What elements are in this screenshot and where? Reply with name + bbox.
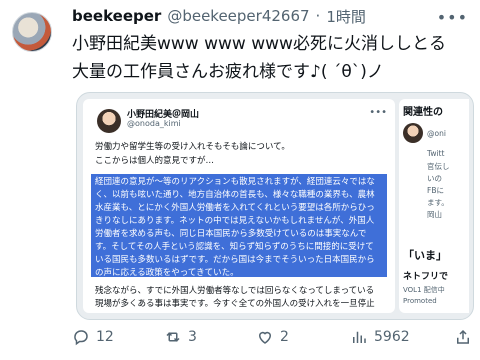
heart-icon bbox=[258, 331, 272, 344]
embedded-line: 現場が多くある事は事実です。今すぐ全ての外国人の受け入れを一旦停止 bbox=[95, 299, 375, 309]
highlighted-line: 水産業も、とにかく外国人労働者を入れてくれという要望は各所からひっ bbox=[95, 203, 375, 213]
related-title: 関連性の bbox=[403, 107, 443, 118]
share-button[interactable] bbox=[454, 328, 472, 346]
more-options-icon[interactable]: ••• bbox=[437, 8, 468, 27]
embedded-tweet-screenshot: 小野田紀美＠岡山 @onoda_kimi ••• 労働力や留学生等の受け入れそも… bbox=[83, 99, 395, 313]
highlighted-line: いる国民も多数いるはずです。だから国は今までそういった日本国民から bbox=[95, 255, 375, 265]
related-line: いの bbox=[427, 174, 442, 183]
share-icon bbox=[457, 329, 469, 344]
reply-count: 12 bbox=[96, 329, 114, 345]
related-line: ます。 bbox=[427, 198, 449, 207]
author-handle[interactable]: @beekeeper42667 bbox=[167, 7, 309, 25]
embedded-line: 労働力や留学生等の受け入れそもそも論について。 bbox=[95, 142, 290, 152]
author-avatar[interactable] bbox=[12, 12, 52, 52]
embedded-line: ここからは個人的意見ですが… bbox=[95, 156, 215, 166]
like-count: 2 bbox=[280, 329, 289, 345]
highlighted-line: 労働者を求める声も、同じ日本国民から多数受けているのは事実なんで bbox=[95, 229, 367, 239]
highlighted-line: 経団連の意見が〜等のリアクションも散見されますが、経団連云々ではな bbox=[95, 177, 375, 187]
embedded-avatar bbox=[97, 109, 121, 133]
repost-button[interactable]: 3 bbox=[164, 328, 256, 346]
embedded-line: 残念ながら、すでに外国人労働者等なしでは回らなくなってしまっている bbox=[95, 286, 375, 296]
promoted-label: Promoted bbox=[403, 297, 437, 305]
related-line: 岡山 bbox=[427, 210, 442, 219]
embedded-more-icon: ••• bbox=[369, 107, 387, 118]
view-count: 5962 bbox=[374, 329, 410, 345]
views-chart-icon bbox=[353, 331, 366, 343]
trend-subtitle: VOL1 配信中 bbox=[403, 286, 445, 294]
action-bar: 12 3 2 5962 bbox=[72, 324, 472, 350]
highlighted-line: きりなしにあります。ネットの中では見えないかもしれませんが、外国人 bbox=[95, 216, 375, 226]
reply-button[interactable]: 12 bbox=[72, 328, 164, 346]
embedded-sidebar-screenshot: 関連性の @oni Twitt 官伝し いの FBに ます。 岡山 「いま」 ネ… bbox=[399, 99, 469, 313]
tweet-text: 小野田紀美www www www必死に火消ししとる 大量の工作員さんお疲れ様です… bbox=[72, 34, 446, 82]
attached-image[interactable]: 小野田紀美＠岡山 @onoda_kimi ••• 労働力や留学生等の受け入れそも… bbox=[76, 92, 474, 320]
repost-count: 3 bbox=[188, 329, 197, 345]
post-time[interactable]: 1時間 bbox=[326, 6, 366, 27]
views-button[interactable]: 5962 bbox=[350, 328, 448, 346]
trending-heading: 「いま」 bbox=[403, 249, 447, 262]
related-line: FBに bbox=[427, 186, 444, 195]
tweet-header: beekeeper @beekeeper42667 · 1時間 bbox=[72, 6, 472, 26]
separator-dot: · bbox=[315, 7, 321, 25]
highlighted-line: く、以前も呟いた通り、地方自治体の首長も、様々な職種の業界も、農林 bbox=[95, 190, 375, 200]
highlighted-line: の声に応える政策をやってきていた。 bbox=[95, 268, 239, 278]
like-button[interactable]: 2 bbox=[256, 328, 350, 346]
author-name[interactable]: beekeeper bbox=[72, 7, 161, 25]
repost-icon bbox=[166, 332, 180, 342]
highlighted-line: す。そしてその人手という認識を、知らず知らずのうちに間接的に受けて bbox=[95, 242, 374, 252]
related-line: @oni bbox=[427, 129, 446, 138]
reply-icon bbox=[74, 330, 88, 346]
trend-title: ネトフリで bbox=[403, 272, 449, 282]
related-line: Twitt bbox=[427, 149, 445, 158]
embedded-author-handle: @onoda_kimi bbox=[127, 119, 181, 128]
related-avatar bbox=[403, 123, 423, 143]
related-line: 官伝し bbox=[427, 162, 450, 171]
